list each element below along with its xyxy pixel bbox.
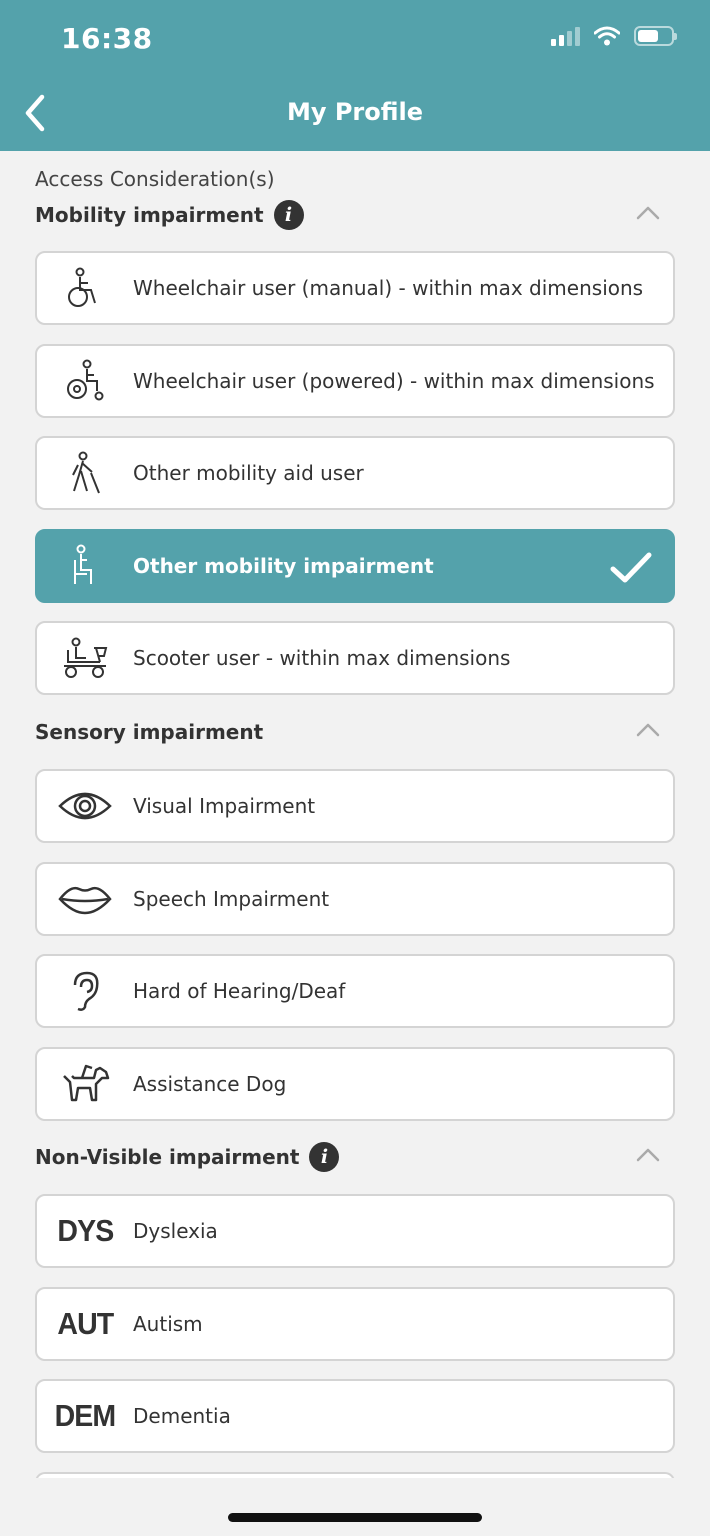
dem-badge-icon: DEM — [54, 1398, 117, 1433]
section-title: Non-Visible impairment — [35, 1145, 300, 1169]
section-header-mobility[interactable]: Mobility impairment i — [35, 195, 675, 235]
option-wheelchair-powered[interactable]: Wheelchair user (powered) - within max d… — [35, 344, 675, 418]
chevron-up-icon[interactable] — [635, 720, 661, 740]
ear-icon — [73, 971, 99, 1011]
access-considerations-label: Access Consideration(s) — [35, 167, 275, 191]
chevron-up-icon[interactable] — [635, 203, 661, 223]
mobility-scooter-icon — [64, 637, 108, 678]
option-label: Hard of Hearing/Deaf — [133, 979, 346, 1003]
seated-person-icon — [74, 544, 92, 584]
option-other-mobility-aid[interactable]: Other mobility aid user — [35, 436, 675, 510]
option-dementia[interactable]: DEM Dementia — [35, 1379, 675, 1453]
option-label: Dementia — [133, 1404, 231, 1428]
eye-icon — [58, 792, 112, 820]
option-hard-of-hearing[interactable]: Hard of Hearing/Deaf — [35, 954, 675, 1028]
section-header-sensory[interactable]: Sensory impairment — [35, 712, 675, 752]
dys-badge-icon: DYS — [57, 1213, 114, 1248]
option-dyslexia[interactable]: DYS Dyslexia — [35, 1194, 675, 1268]
option-label: Wheelchair user (powered) - within max d… — [133, 369, 655, 393]
assistance-dog-icon — [63, 1064, 110, 1102]
option-autism[interactable]: AUT Autism — [35, 1287, 675, 1361]
wifi-icon — [594, 26, 620, 46]
option-label: Scooter user - within max dimensions — [133, 646, 511, 670]
section-title: Mobility impairment — [35, 203, 264, 227]
option-label: Dyslexia — [133, 1219, 218, 1243]
option-label: Assistance Dog — [133, 1072, 287, 1096]
info-icon[interactable]: i — [309, 1142, 340, 1172]
status-icons — [551, 26, 677, 46]
info-icon[interactable]: i — [273, 200, 304, 230]
chevron-up-icon[interactable] — [635, 1145, 661, 1165]
cellular-signal-icon — [551, 26, 580, 46]
manual-wheelchair-icon — [68, 267, 96, 307]
app-header: 16:38 My Profile — [0, 0, 710, 151]
section-header-non-visible[interactable]: Non-Visible impairment i — [35, 1137, 675, 1177]
battery-icon — [634, 26, 677, 46]
option-visual-impairment[interactable]: Visual Impairment — [35, 769, 675, 843]
aut-badge-icon: AUT — [57, 1306, 114, 1341]
option-speech-impairment[interactable]: Speech Impairment — [35, 862, 675, 936]
status-time: 16:38 — [61, 22, 153, 55]
powered-wheelchair-icon — [67, 359, 104, 401]
bottom-safe-area — [0, 1478, 710, 1536]
lips-icon — [58, 886, 112, 915]
mobility-aid-icon — [72, 451, 100, 494]
option-wheelchair-manual[interactable]: Wheelchair user (manual) - within max di… — [35, 251, 675, 325]
option-label: Visual Impairment — [133, 794, 316, 818]
home-indicator[interactable] — [228, 1513, 482, 1522]
checkmark-icon — [610, 552, 652, 583]
option-label: Other mobility aid user — [133, 461, 364, 485]
option-scooter-user[interactable]: Scooter user - within max dimensions — [35, 621, 675, 695]
page-title: My Profile — [286, 98, 424, 126]
option-label: Wheelchair user (manual) - within max di… — [133, 276, 644, 300]
option-assistance-dog[interactable]: Assistance Dog — [35, 1047, 675, 1121]
option-label: Speech Impairment — [133, 887, 330, 911]
option-other-mobility-impairment[interactable]: Other mobility impairment — [35, 529, 675, 603]
option-label: Other mobility impairment — [133, 554, 434, 578]
option-label: Autism — [133, 1312, 203, 1336]
section-title: Sensory impairment — [35, 720, 264, 744]
